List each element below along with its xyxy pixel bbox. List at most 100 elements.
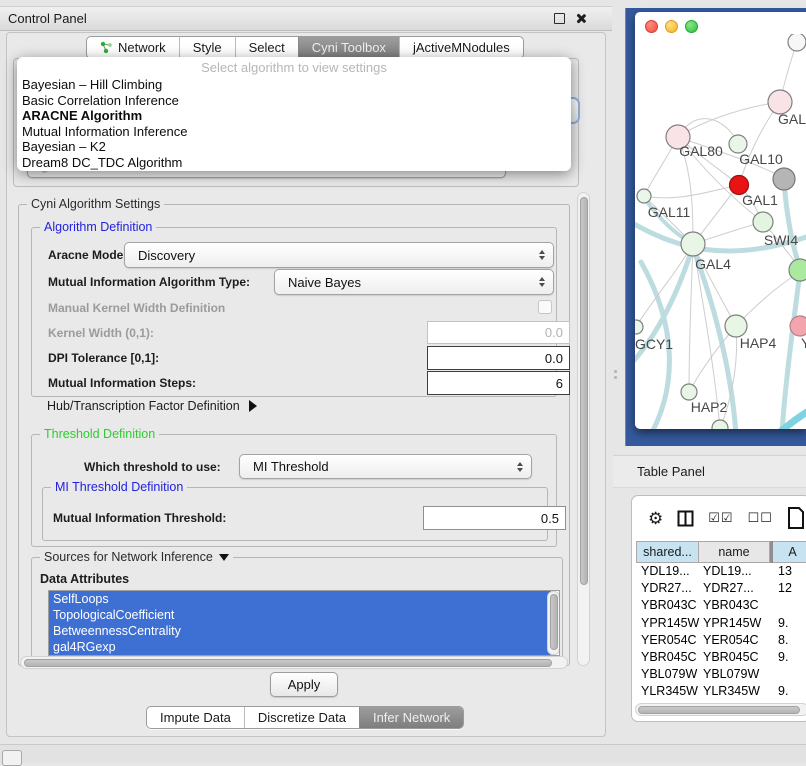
tab-discretize-data[interactable]: Discretize Data xyxy=(244,707,359,728)
column-header-partial[interactable]: A xyxy=(773,541,806,563)
mi-type-combobox[interactable]: Naive Bayes xyxy=(274,269,554,295)
aracne-mode-combobox[interactable]: Discovery xyxy=(124,242,554,268)
node-hap4[interactable] xyxy=(725,315,747,337)
table-row[interactable]: YBL079WYBL079W xyxy=(636,666,806,683)
expand-arrow-icon[interactable] xyxy=(249,400,257,412)
table-row[interactable]: YER054CYER054C8. xyxy=(636,632,806,649)
node-label: GAL xyxy=(778,111,806,127)
table-row[interactable]: YBR045CYBR045C9. xyxy=(636,649,806,666)
algorithm-dropdown: Select algorithm to view settings Bayesi… xyxy=(17,57,571,171)
table-panel-title: Table Panel xyxy=(637,464,705,479)
minimize-traffic-light[interactable] xyxy=(665,20,678,33)
table-row[interactable]: YDR27...YDR27...12 xyxy=(636,580,806,597)
node-gal1[interactable] xyxy=(753,212,773,232)
mi-threshold-group-title: MI Threshold Definition xyxy=(51,480,187,494)
collapse-arrow-icon[interactable] xyxy=(219,554,229,561)
list-item[interactable]: gal4RGexp xyxy=(49,639,551,655)
zoom-traffic-light[interactable] xyxy=(685,20,698,33)
node-label: GCY1 xyxy=(635,336,673,352)
panel-splitter-grip[interactable] xyxy=(613,366,617,382)
node-unnamed[interactable] xyxy=(788,34,806,51)
stepper-icon xyxy=(517,462,523,472)
table-row[interactable]: YBR043CYBR043C xyxy=(636,597,806,614)
stepper-icon xyxy=(539,250,545,260)
node-gray[interactable] xyxy=(773,168,795,190)
tab-style[interactable]: Style xyxy=(179,37,235,58)
network-icon xyxy=(100,41,113,54)
tab-jactivemnodules[interactable]: jActiveMNodules xyxy=(399,37,523,58)
dropdown-item[interactable]: Bayesian – K2 xyxy=(17,139,571,155)
which-threshold-combobox[interactable]: MI Threshold xyxy=(239,454,532,479)
node-salmon[interactable] xyxy=(790,316,806,336)
node-label: GAL4 xyxy=(695,256,731,272)
node-hap2[interactable] xyxy=(681,384,697,400)
dropdown-item[interactable]: Mutual Information Inference xyxy=(17,124,571,140)
data-attributes-label: Data Attributes xyxy=(40,572,129,586)
node-gal4[interactable] xyxy=(681,232,705,256)
node-label: GAL80 xyxy=(679,143,723,159)
deselect-all-icon[interactable]: ☐☐ xyxy=(748,510,773,526)
threshold-definition-title: Threshold Definition xyxy=(40,427,159,441)
network-canvas[interactable]: GAL GAL80 GAL10 GAL11 GAL1 SWI4 GAL4 GCY… xyxy=(635,34,806,429)
mi-threshold-group: MI Threshold Definition Mutual Informati… xyxy=(42,487,548,541)
table-row[interactable]: YPR145WYPR145W9. xyxy=(636,615,806,632)
dpi-tolerance-input[interactable]: 0.0 xyxy=(427,346,570,370)
list-item[interactable]: BetweennessCentrality xyxy=(49,623,551,639)
panel-title: Control Panel xyxy=(8,11,87,26)
window-controls xyxy=(645,20,698,33)
table-row[interactable]: YLR345WYLR345W9. xyxy=(636,683,806,700)
dropdown-item[interactable]: Bayesian – Hill Climbing xyxy=(17,77,571,93)
app-root: { "window": { "title": "Control Panel" }… xyxy=(0,0,806,762)
node-label: HAP2 xyxy=(691,399,728,415)
tab-cyni-toolbox[interactable]: Cyni Toolbox xyxy=(298,37,399,58)
tab-network[interactable]: Network xyxy=(87,37,179,58)
network-edge xyxy=(782,272,800,429)
tab-impute-data[interactable]: Impute Data xyxy=(147,707,244,728)
settings-gear-icon[interactable]: ⚙ xyxy=(648,510,663,527)
table-horizontal-scrollbar[interactable] xyxy=(635,703,806,716)
list-item[interactable]: SelfLoops xyxy=(49,591,551,607)
corner-button[interactable] xyxy=(2,750,22,766)
threshold-definition-group: Threshold Definition Which threshold to … xyxy=(31,434,557,547)
column-view-icon[interactable] xyxy=(677,510,694,527)
aracne-mode-label: Aracne Mode: xyxy=(48,248,127,262)
select-all-icon[interactable]: ☑☑ xyxy=(708,510,733,526)
status-strip xyxy=(0,744,806,763)
table-row[interactable]: YDL19...YDL19...13 xyxy=(636,563,806,580)
list-scrollbar[interactable] xyxy=(547,591,560,655)
network-window: GAL GAL80 GAL10 GAL11 GAL1 SWI4 GAL4 GCY… xyxy=(635,12,806,429)
node-gcy1[interactable] xyxy=(635,320,643,334)
table-body: YDL19...YDL19...13 YDR27...YDR27...12 YB… xyxy=(636,563,806,718)
settings-horizontal-scrollbar[interactable] xyxy=(20,656,568,669)
settings-vertical-scrollbar[interactable] xyxy=(577,192,590,666)
which-threshold-label: Which threshold to use: xyxy=(84,460,221,474)
dropdown-placeholder: Select algorithm to view settings xyxy=(17,60,571,77)
node-gal11[interactable] xyxy=(637,189,651,203)
float-window-icon[interactable] xyxy=(554,13,565,24)
document-icon[interactable] xyxy=(787,506,805,530)
column-header-name[interactable]: name xyxy=(699,541,770,563)
table-header: shared... name A xyxy=(636,541,806,563)
table-panel-titlebar: Table Panel xyxy=(613,455,806,488)
kernel-width-input: 0.0 xyxy=(427,321,570,344)
close-icon[interactable] xyxy=(575,13,586,24)
tab-infer-network[interactable]: Infer Network xyxy=(359,707,463,728)
mi-threshold-input[interactable]: 0.5 xyxy=(423,506,566,530)
tab-select[interactable]: Select xyxy=(235,37,298,58)
dropdown-item[interactable]: Basic Correlation Inference xyxy=(17,93,571,109)
mi-type-label: Mutual Information Algorithm Type: xyxy=(48,275,250,289)
network-edge xyxy=(689,244,693,392)
dropdown-item[interactable]: Dream8 DC_TDC Algorithm xyxy=(17,155,571,171)
node-bright-green[interactable] xyxy=(789,259,806,281)
apply-button[interactable]: Apply xyxy=(270,672,338,697)
list-item[interactable]: TopologicalCoefficient xyxy=(49,607,551,623)
dropdown-item-aracne[interactable]: ARACNE Algorithm xyxy=(17,108,571,124)
cyni-algorithm-settings-group: Cyni Algorithm Settings Algorithm Defini… xyxy=(18,204,570,666)
mi-steps-input[interactable]: 6 xyxy=(427,371,570,395)
algorithm-definition-group: Algorithm Definition Aracne Mode: Discov… xyxy=(31,227,557,397)
network-view-frame: GAL GAL80 GAL10 GAL11 GAL1 SWI4 GAL4 GCY… xyxy=(625,8,806,446)
hub-definition-section[interactable]: Hub/Transcription Factor Definition xyxy=(47,399,257,413)
node-unnamed[interactable] xyxy=(712,420,728,429)
close-traffic-light[interactable] xyxy=(645,20,658,33)
column-header-shared[interactable]: shared... xyxy=(636,541,699,563)
